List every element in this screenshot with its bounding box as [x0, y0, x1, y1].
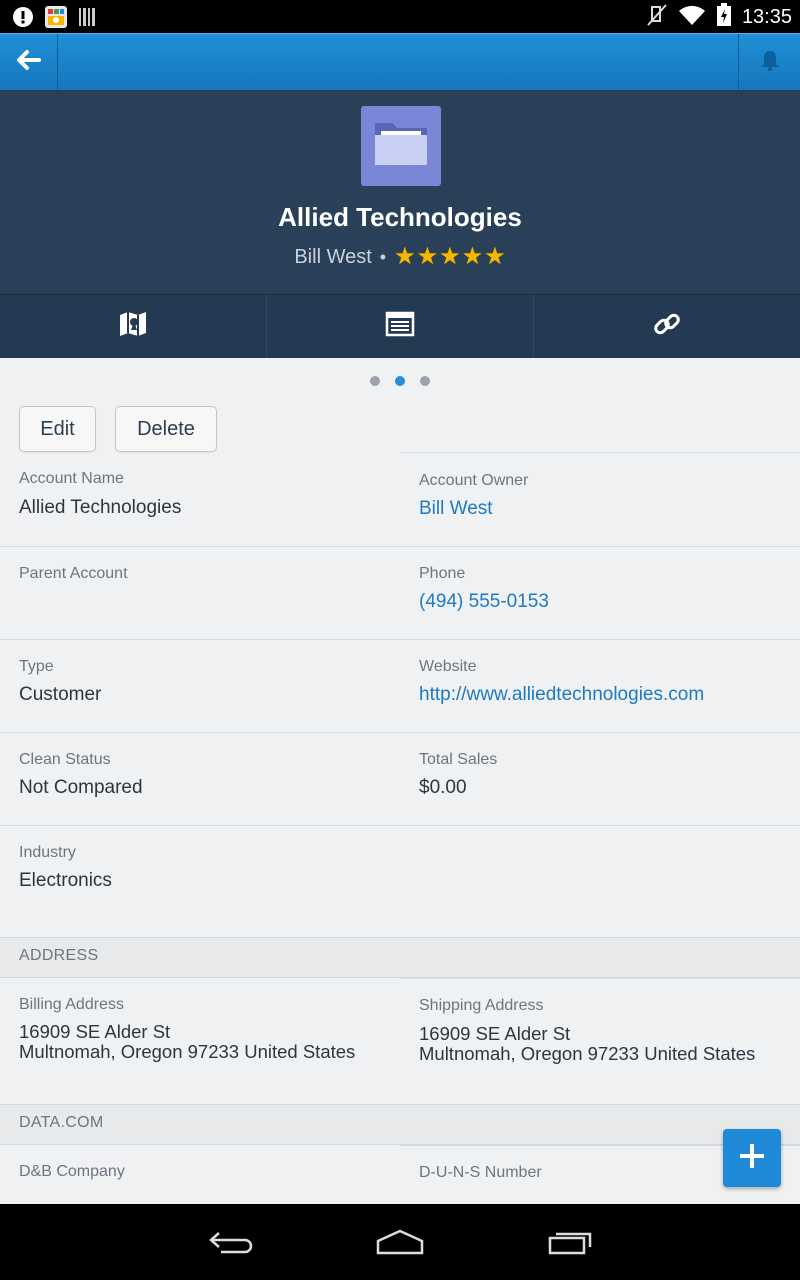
divider — [0, 732, 800, 733]
parent-account-label: Parent Account — [19, 565, 128, 582]
account-name-label: Account Name — [19, 470, 124, 487]
record-action-bar — [0, 294, 800, 358]
clean-status-label: Clean Status — [19, 751, 111, 768]
record-header: Allied Technologies Bill West • ★ ★ ★ ★ … — [0, 90, 800, 294]
divider — [400, 452, 800, 453]
total-sales-value: $0.00 — [419, 777, 467, 798]
account-name-value: Allied Technologies — [19, 497, 182, 518]
edit-button[interactable]: Edit — [19, 406, 96, 452]
account-owner-label: Account Owner — [419, 472, 529, 489]
account-avatar — [361, 106, 441, 186]
news-feed-icon — [385, 311, 415, 342]
divider — [0, 546, 800, 547]
shipping-address-line2[interactable]: Multnomah, Oregon 97233 United States — [419, 1044, 755, 1064]
link-icon — [652, 309, 682, 344]
star-icon: ★ — [484, 243, 506, 270]
folder-icon — [373, 119, 429, 174]
status-time: 13:35 — [741, 6, 792, 28]
alert-icon — [12, 6, 34, 33]
recents-nav-icon — [547, 1229, 593, 1260]
nav-back-button[interactable] — [200, 1226, 260, 1262]
map-action[interactable] — [0, 295, 267, 358]
datacom-section-header: DATA.COM — [0, 1104, 800, 1145]
star-icon: ★ — [416, 243, 439, 270]
duns-number-label: D-U-N-S Number — [419, 1164, 542, 1181]
back-button[interactable] — [0, 34, 58, 90]
industry-value: Electronics — [19, 870, 112, 891]
shipping-address-line1[interactable]: 16909 SE Alder St — [419, 1024, 570, 1044]
clean-status-value: Not Compared — [19, 777, 143, 798]
phone-link[interactable]: (494) 555-0153 — [419, 591, 549, 613]
delete-button[interactable]: Delete — [115, 406, 217, 452]
arrow-left-icon — [16, 49, 41, 75]
section-title: ADDRESS — [19, 947, 99, 964]
back-nav-icon — [207, 1230, 253, 1259]
star-icon: ★ — [461, 243, 484, 270]
shipping-address-label: Shipping Address — [419, 997, 544, 1014]
top-app-bar — [0, 33, 800, 90]
divider — [400, 978, 800, 979]
home-nav-icon — [375, 1229, 425, 1260]
add-button[interactable] — [723, 1129, 781, 1187]
account-owner-link[interactable]: Bill West — [419, 498, 493, 520]
record-subtitle: Bill West • ★ ★ ★ ★ ★ — [0, 245, 800, 269]
divider — [0, 825, 800, 826]
battery-icon — [716, 3, 732, 32]
mute-icon — [646, 3, 668, 32]
feed-action[interactable] — [267, 295, 534, 358]
page-dot[interactable] — [370, 376, 380, 386]
status-bar-left — [12, 5, 96, 34]
star-icon: ★ — [394, 243, 416, 270]
map-icon — [118, 310, 148, 343]
separator: • — [379, 246, 387, 267]
total-sales-label: Total Sales — [419, 751, 498, 768]
notifications-button[interactable] — [738, 34, 800, 90]
type-label: Type — [19, 658, 54, 675]
dnb-company-label: D&B Company — [19, 1163, 125, 1180]
page-indicator — [0, 376, 800, 386]
star-rating: ★ ★ ★ ★ ★ — [394, 245, 506, 269]
page-title: Allied Technologies — [278, 202, 522, 232]
system-nav-bar — [0, 1204, 800, 1280]
industry-label: Industry — [19, 844, 76, 861]
status-bar-right: 13:35 — [646, 3, 792, 32]
wifi-icon — [678, 4, 706, 31]
billing-address-line1[interactable]: 16909 SE Alder St — [19, 1022, 170, 1042]
billing-address-label: Billing Address — [19, 996, 124, 1013]
phone-label: Phone — [419, 565, 466, 582]
notification-app-icon — [44, 5, 68, 34]
star-icon: ★ — [439, 243, 461, 270]
barcode-icon — [78, 7, 96, 32]
website-link[interactable]: http://www.alliedtechnologies.com — [419, 684, 704, 706]
website-label: Website — [419, 658, 477, 675]
page-dot[interactable] — [420, 376, 430, 386]
related-action[interactable] — [534, 295, 800, 358]
plus-icon — [739, 1143, 765, 1174]
billing-address-line2[interactable]: Multnomah, Oregon 97233 United States — [19, 1042, 355, 1062]
status-bar: 13:35 — [0, 0, 800, 33]
bell-icon — [759, 49, 781, 76]
page-dot-active[interactable] — [395, 376, 405, 386]
section-title: DATA.COM — [19, 1114, 104, 1131]
type-value: Customer — [19, 684, 102, 705]
address-section-header: ADDRESS — [0, 937, 800, 978]
owner-name: Bill West — [294, 245, 372, 268]
record-detail[interactable]: Edit Delete Account Name Allied Technolo… — [0, 358, 800, 1204]
divider — [0, 639, 800, 640]
nav-recents-button[interactable] — [540, 1226, 600, 1262]
nav-home-button[interactable] — [370, 1226, 430, 1262]
